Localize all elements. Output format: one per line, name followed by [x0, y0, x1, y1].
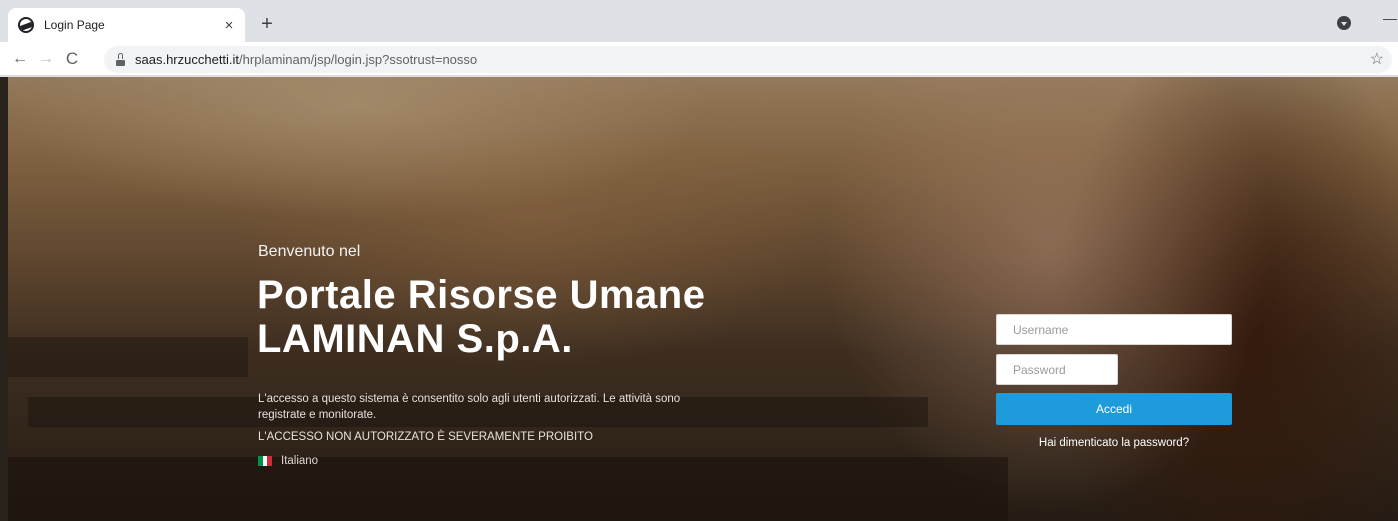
- url-path: /hrplaminam/jsp/login.jsp?ssotrust=nosso: [239, 52, 478, 67]
- tab-title: Login Page: [44, 18, 105, 32]
- portal-title: Portale Risorse Umane LAMINAN S.p.A.: [257, 273, 705, 361]
- minimize-button[interactable]: —: [1383, 10, 1397, 26]
- welcome-text: Benvenuto nel: [258, 243, 361, 260]
- lock-icon[interactable]: [116, 53, 125, 66]
- profile-icon[interactable]: [1337, 16, 1351, 30]
- new-tab-button[interactable]: +: [255, 12, 279, 36]
- tab-strip: Login Page × + —: [0, 0, 1398, 42]
- bookmark-star-icon[interactable]: ☆: [1370, 49, 1384, 69]
- portal-title-line2: LAMINAN S.p.A.: [257, 317, 573, 361]
- login-page: Benvenuto nel Portale Risorse Umane LAMI…: [0, 77, 1398, 521]
- username-input[interactable]: [996, 314, 1232, 345]
- password-input[interactable]: [996, 354, 1118, 385]
- login-button[interactable]: Accedi: [996, 393, 1232, 425]
- url-text: saas.hrzucchetti.it/hrplaminam/jsp/login…: [135, 52, 477, 67]
- tab-close-icon[interactable]: ×: [219, 15, 239, 35]
- access-notice: L'accesso a questo sistema è consentito …: [258, 393, 681, 421]
- url-host: saas.hrzucchetti.it: [135, 52, 240, 67]
- browser-toolbar: ← → C saas.hrzucchetti.it/hrplaminam/jsp…: [0, 42, 1398, 76]
- portal-title-line1: Portale Risorse Umane: [257, 273, 706, 317]
- browser-tab[interactable]: Login Page ×: [8, 8, 245, 42]
- favicon-icon: [18, 17, 34, 33]
- reload-button[interactable]: C: [61, 48, 83, 70]
- address-bar[interactable]: saas.hrzucchetti.it/hrplaminam/jsp/login…: [104, 46, 1392, 73]
- forgot-password-link[interactable]: Hai dimenticato la password?: [996, 437, 1232, 449]
- back-button[interactable]: ←: [9, 48, 31, 70]
- italy-flag-icon: [258, 456, 273, 466]
- access-warning: L'ACCESSO NON AUTORIZZATO È SEVERAMENTE …: [258, 431, 593, 443]
- language-label[interactable]: Italiano: [281, 455, 318, 467]
- language-selector[interactable]: Italiano: [258, 455, 318, 467]
- forward-button[interactable]: →: [35, 48, 57, 70]
